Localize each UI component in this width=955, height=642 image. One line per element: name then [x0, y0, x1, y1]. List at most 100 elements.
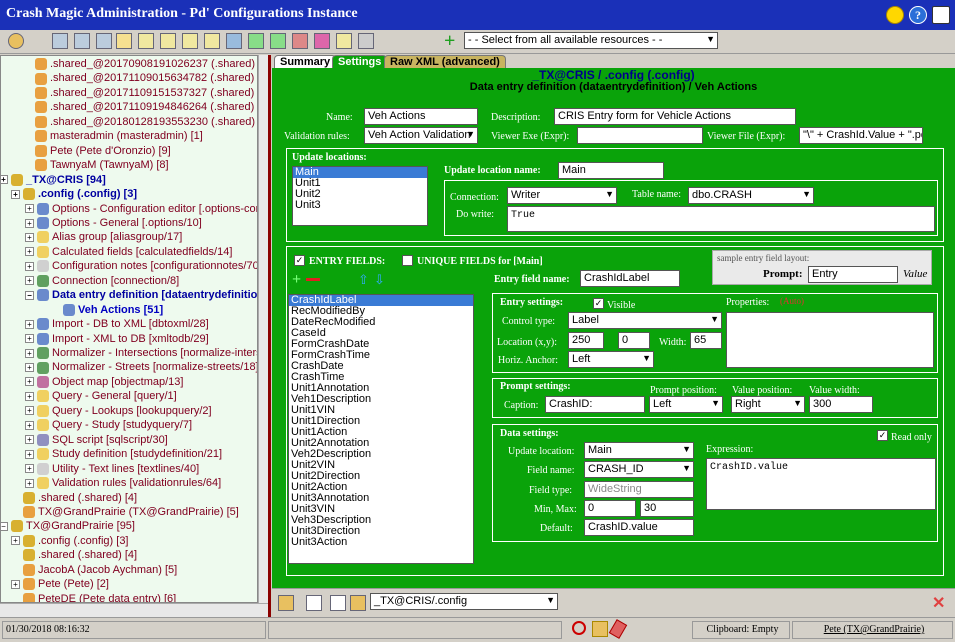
- close-icon[interactable]: ✕: [932, 593, 945, 613]
- properties-field[interactable]: [726, 312, 934, 368]
- tree-item[interactable]: − Data entry definition [dataentrydefinit…: [25, 288, 257, 302]
- tree-item[interactable]: + Calculated fields [calculatedfields/14]: [25, 245, 232, 259]
- tab-raw-xml[interactable]: Raw XML (advanced): [384, 55, 506, 69]
- value-position-select[interactable]: Right ▼: [731, 396, 805, 413]
- tree-item[interactable]: TawnyaM (TawnyaM) [8]: [35, 158, 169, 172]
- read-only-checkbox[interactable]: ✓: [877, 430, 888, 441]
- tree-item[interactable]: .shared_@20170908191026237 (.shared) [25…: [35, 57, 257, 71]
- tree-item[interactable]: + Query - Lookups [lookupquery/2]: [25, 404, 212, 418]
- collapse-icon[interactable]: −: [1, 521, 8, 531]
- tree-item[interactable]: + Validation rules [validationrules/64]: [25, 476, 221, 490]
- list-item[interactable]: Unit3: [293, 200, 427, 211]
- remove-field-icon[interactable]: [306, 278, 320, 281]
- max-field[interactable]: 30: [640, 500, 694, 517]
- user-icon[interactable]: [8, 33, 24, 49]
- entry-fields-list[interactable]: CrashIdLabel RecModifiedBy DateRecModified…: [288, 294, 474, 564]
- tree-item[interactable]: − TX@GrandPrairie [95]: [1, 519, 135, 533]
- window-icon[interactable]: [96, 33, 112, 49]
- tree-item[interactable]: + Utility - Text lines [textlines/40]: [25, 462, 199, 476]
- tree-item[interactable]: .shared (.shared) [4]: [23, 491, 137, 505]
- tree-item[interactable]: .shared_@20171109015634782 (.shared) [26…: [35, 71, 257, 85]
- expand-icon[interactable]: +: [25, 464, 34, 474]
- splitter[interactable]: [268, 55, 271, 617]
- location-y-field[interactable]: 0: [618, 332, 650, 349]
- table2-icon[interactable]: [160, 33, 176, 49]
- tree-item[interactable]: + .config (.config) [3]: [11, 534, 129, 548]
- add-icon[interactable]: +: [444, 31, 455, 51]
- move-down-icon[interactable]: ⇩: [374, 272, 385, 288]
- tree-item[interactable]: PeteDE (Pete data entry) [6]: [23, 592, 176, 602]
- tree-item[interactable]: + Normalizer - Intersections [normalize-i…: [25, 346, 257, 360]
- resource-tree[interactable]: .shared_@20170908191026237 (.shared) [25…: [0, 55, 258, 603]
- prompt-position-select[interactable]: Left ▼: [649, 396, 723, 413]
- update-location-name-field[interactable]: Main: [558, 162, 664, 179]
- folder-icon[interactable]: [278, 595, 294, 611]
- tree-item[interactable]: + Configuration notes [configurationnotes…: [25, 259, 257, 273]
- expand-icon[interactable]: +: [25, 218, 34, 228]
- document-icon[interactable]: [306, 595, 322, 611]
- expand-icon[interactable]: +: [25, 247, 34, 257]
- exit-icon[interactable]: [932, 6, 950, 24]
- expand-icon[interactable]: +: [25, 391, 34, 401]
- smiley-icon[interactable]: [886, 6, 904, 24]
- tree-item[interactable]: + Alias group [aliasgroup/17]: [25, 230, 182, 244]
- tree-horizontal-scrollbar[interactable]: [0, 603, 268, 617]
- entry-fields-checkbox[interactable]: ✓: [294, 255, 305, 266]
- calculator-icon[interactable]: [226, 33, 242, 49]
- expand-icon[interactable]: +: [25, 261, 34, 271]
- status-user[interactable]: Pete (TX@GrandPrairie): [792, 621, 953, 639]
- control-type-select[interactable]: Label ▼: [568, 312, 722, 329]
- link2-icon[interactable]: [270, 33, 286, 49]
- unique-fields-checkbox[interactable]: [402, 255, 413, 266]
- link3-icon[interactable]: [292, 33, 308, 49]
- tree-icon[interactable]: [52, 33, 68, 49]
- tab-summary[interactable]: Summary: [274, 55, 337, 69]
- tab-settings[interactable]: Settings: [332, 55, 388, 69]
- location-x-field[interactable]: 250: [568, 332, 604, 349]
- tree-item[interactable]: Pete (Pete d'Oronzio) [9]: [35, 144, 171, 158]
- tree-item[interactable]: + _TX@CRIS [94]: [1, 173, 106, 187]
- edit-icon[interactable]: [116, 33, 132, 49]
- expand-icon[interactable]: +: [25, 435, 34, 445]
- tree-item[interactable]: + Connection [connection/8]: [25, 274, 179, 288]
- no-entry-icon[interactable]: [572, 621, 586, 635]
- description-field[interactable]: CRIS Entry form for Vehicle Actions: [554, 108, 796, 125]
- expand-icon[interactable]: +: [11, 579, 20, 589]
- open-document-icon[interactable]: [330, 595, 346, 611]
- pencil-icon[interactable]: [608, 619, 628, 639]
- tree-item[interactable]: .shared_@20171109151537327 (.shared) [26…: [35, 86, 257, 100]
- expand-icon[interactable]: +: [11, 536, 20, 546]
- tree-item[interactable]: .shared (.shared) [4]: [23, 548, 137, 562]
- tree-item[interactable]: .shared_@20180128193553230 (.shared) [26…: [35, 115, 257, 129]
- update-locations-list[interactable]: Main Unit1 Unit2 Unit3: [292, 166, 428, 226]
- expand-icon[interactable]: +: [11, 189, 20, 199]
- table-icon[interactable]: [138, 33, 154, 49]
- validation-select[interactable]: Veh Action Validation ▼: [364, 127, 478, 144]
- do-write-field[interactable]: True: [507, 206, 935, 232]
- path-select[interactable]: _TX@CRIS/.config ▼: [370, 593, 558, 610]
- tree-item[interactable]: JacobA (Jacob Aychman) [5]: [23, 563, 177, 577]
- tree-item[interactable]: masteradmin (masteradmin) [1]: [35, 129, 203, 143]
- expression-field[interactable]: CrashID.value: [706, 458, 936, 510]
- expand-icon[interactable]: +: [25, 276, 34, 286]
- map-icon[interactable]: [314, 33, 330, 49]
- anchor-select[interactable]: Left ▼: [568, 351, 654, 368]
- expand-icon[interactable]: +: [25, 232, 34, 242]
- tree-item[interactable]: + Normalizer - Streets [normalize-streets…: [25, 360, 257, 374]
- expand-icon[interactable]: +: [25, 334, 34, 344]
- expand-icon[interactable]: +: [1, 175, 8, 185]
- tree-item[interactable]: + Query - General [query/1]: [25, 389, 177, 403]
- expand-icon[interactable]: +: [25, 478, 34, 488]
- tree-item[interactable]: + Options - Configuration editor [.option…: [25, 202, 257, 216]
- viewer-exe-field[interactable]: [577, 127, 703, 144]
- expand-icon[interactable]: +: [25, 319, 34, 329]
- tools-icon[interactable]: [358, 33, 374, 49]
- default-field[interactable]: CrashID.value: [584, 519, 694, 536]
- connection-select[interactable]: Writer ▼: [507, 187, 617, 204]
- min-field[interactable]: 0: [584, 500, 636, 517]
- entry-field-name-field[interactable]: CrashIdLabel: [580, 270, 680, 287]
- tree-item[interactable]: + Query - Study [studyquery/7]: [25, 418, 192, 432]
- expand-icon[interactable]: +: [25, 420, 34, 430]
- viewer-file-field[interactable]: "\" + CrashId.Value + ".pdf": [799, 127, 923, 144]
- tree-item[interactable]: + Options - General [.options/10]: [25, 216, 202, 230]
